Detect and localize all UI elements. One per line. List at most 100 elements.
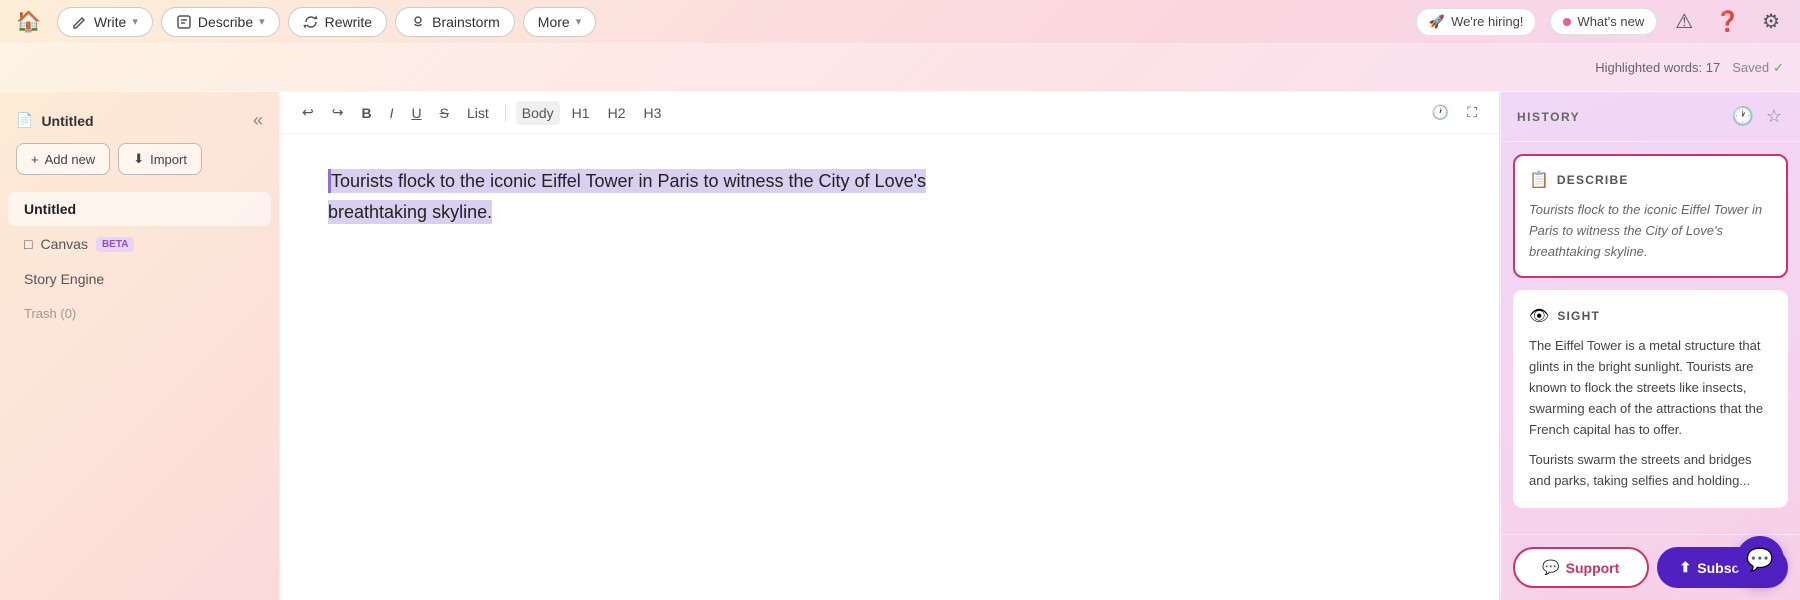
- rewrite-label: Rewrite: [325, 14, 372, 30]
- canvas-icon: □: [24, 236, 32, 252]
- describe-label: Describe: [198, 14, 253, 30]
- brainstorm-label: Brainstorm: [432, 14, 500, 30]
- star-button[interactable]: ☆: [1764, 104, 1784, 129]
- chat-bubble-button[interactable]: 💬: [1736, 536, 1784, 584]
- sidebar-item-untitled[interactable]: Untitled: [8, 192, 271, 226]
- selected-text: Tourists flock to the iconic Eiffel Towe…: [328, 169, 926, 224]
- sight-card-text: The Eiffel Tower is a metal structure th…: [1529, 336, 1772, 440]
- sidebar-title-text: Untitled: [41, 113, 93, 129]
- describe-card-header: 📋 DESCRIBE: [1529, 170, 1772, 190]
- chat-icon: 💬: [1746, 547, 1773, 573]
- write-chevron: ▾: [132, 15, 138, 28]
- sight-card-label: SIGHT: [1557, 309, 1600, 323]
- top-nav: 🏠 Write ▾ Describe ▾ Rewrite Brainstorm …: [0, 0, 1800, 44]
- bold-button[interactable]: B: [355, 101, 377, 125]
- h3-button[interactable]: H3: [637, 101, 667, 125]
- sidebar-item-canvas[interactable]: □ Canvas BETA: [8, 227, 271, 261]
- whats-new-badge[interactable]: What's new: [1550, 8, 1657, 35]
- write-label: Write: [94, 14, 126, 30]
- list-button[interactable]: List: [461, 101, 495, 125]
- sight-card-icon: 👁: [1529, 306, 1549, 326]
- dot-icon: [1563, 18, 1571, 26]
- hiring-badge[interactable]: 🚀 We're hiring!: [1416, 8, 1537, 36]
- document-icon: 📄: [16, 112, 33, 129]
- nav-right: 🚀 We're hiring! What's new ⚠ ❓ ⚙: [1416, 5, 1784, 38]
- panel-icons: 🕐 ☆: [1729, 104, 1784, 129]
- fullscreen-button[interactable]: ⛶: [1461, 100, 1483, 125]
- editor-area: ↩ ↪ B I U S List Body H1 H2 H3 🕐 ⛶ Touri…: [280, 92, 1500, 600]
- panel-title: HISTORY: [1517, 110, 1580, 124]
- sight-card[interactable]: 👁 SIGHT The Eiffel Tower is a metal stru…: [1513, 290, 1788, 508]
- plus-icon: +: [31, 152, 39, 167]
- more-chevron: ▾: [576, 15, 582, 28]
- whats-new-label: What's new: [1577, 14, 1644, 29]
- subscribe-icon: ⬆: [1680, 559, 1692, 576]
- redo-button[interactable]: ↪: [326, 100, 350, 125]
- add-new-label: Add new: [45, 152, 96, 167]
- check-icon: ✓: [1773, 60, 1784, 76]
- alert-button[interactable]: ⚠: [1671, 5, 1697, 38]
- alert-icon: ⚠: [1675, 11, 1693, 33]
- sidebar-collapse-button[interactable]: «: [253, 110, 263, 131]
- describe-button[interactable]: Describe ▾: [161, 7, 280, 37]
- more-button[interactable]: More ▾: [523, 7, 596, 37]
- right-panel: HISTORY 🕐 ☆ 📋 DESCRIBE Tourists flock to…: [1500, 92, 1800, 600]
- second-toolbar: Highlighted words: 17 Saved ✓: [0, 44, 1800, 92]
- saved-status: Saved ✓: [1732, 60, 1784, 76]
- import-label: Import: [150, 152, 187, 167]
- home-icon[interactable]: 🏠: [16, 9, 41, 34]
- describe-card[interactable]: 📋 DESCRIBE Tourists flock to the iconic …: [1513, 154, 1788, 278]
- beta-badge: BETA: [96, 237, 134, 252]
- import-button[interactable]: ⬇ Import: [118, 143, 202, 175]
- rocket-icon: 🚀: [1429, 14, 1445, 30]
- underline-button[interactable]: U: [405, 101, 427, 125]
- body-style-button[interactable]: Body: [516, 101, 560, 125]
- support-button[interactable]: 💬 Support: [1513, 547, 1649, 588]
- sidebar-item-trash[interactable]: Trash (0): [8, 297, 271, 330]
- editor-content[interactable]: Tourists flock to the iconic Eiffel Towe…: [280, 134, 1499, 600]
- toolbar-right: Highlighted words: 17 Saved ✓: [1595, 60, 1784, 76]
- support-icon: 💬: [1542, 559, 1559, 576]
- sight-card-text-2: Tourists swarm the streets and bridges a…: [1529, 450, 1772, 492]
- sidebar-item-canvas-label: Canvas: [40, 236, 87, 252]
- h1-button[interactable]: H1: [566, 101, 596, 125]
- describe-card-label: DESCRIBE: [1557, 173, 1629, 187]
- sidebar: 📄 Untitled « + Add new ⬇ Import Untitled…: [0, 92, 280, 600]
- history-button[interactable]: 🕐: [1426, 100, 1455, 125]
- hiring-label: We're hiring!: [1451, 14, 1523, 29]
- help-button[interactable]: ❓: [1711, 5, 1744, 38]
- h2-button[interactable]: H2: [602, 101, 632, 125]
- rewrite-button[interactable]: Rewrite: [288, 7, 387, 37]
- brainstorm-button[interactable]: Brainstorm: [395, 7, 515, 37]
- settings-button[interactable]: ⚙: [1758, 5, 1784, 38]
- gear-icon: ⚙: [1762, 11, 1780, 33]
- editor-paragraph[interactable]: Tourists flock to the iconic Eiffel Towe…: [328, 166, 928, 227]
- sidebar-title: 📄 Untitled: [16, 112, 94, 129]
- add-new-button[interactable]: + Add new: [16, 143, 110, 175]
- more-label: More: [538, 14, 570, 30]
- strikethrough-button[interactable]: S: [434, 101, 455, 125]
- history-clock-button[interactable]: 🕐: [1729, 104, 1755, 129]
- saved-label: Saved: [1732, 60, 1769, 75]
- undo-button[interactable]: ↩: [296, 100, 320, 125]
- sidebar-actions: + Add new ⬇ Import: [0, 143, 279, 187]
- support-label: Support: [1566, 560, 1620, 576]
- write-button[interactable]: Write ▾: [57, 7, 153, 37]
- sidebar-item-trash-label: Trash (0): [24, 306, 76, 321]
- describe-card-text: Tourists flock to the iconic Eiffel Towe…: [1529, 200, 1772, 262]
- describe-chevron: ▾: [259, 15, 265, 28]
- sight-card-header: 👁 SIGHT: [1529, 306, 1772, 326]
- sidebar-nav: Untitled □ Canvas BETA Story Engine Tras…: [0, 187, 279, 588]
- describe-card-icon: 📋: [1529, 170, 1549, 190]
- sidebar-header: 📄 Untitled «: [0, 104, 279, 143]
- panel-header: HISTORY 🕐 ☆: [1501, 92, 1800, 142]
- italic-button[interactable]: I: [384, 101, 400, 125]
- editor-toolbar: ↩ ↪ B I U S List Body H1 H2 H3 🕐 ⛶: [280, 92, 1499, 134]
- sidebar-item-story-engine[interactable]: Story Engine: [8, 262, 271, 296]
- highlighted-words-label: Highlighted words: 17: [1595, 60, 1720, 75]
- editor-divider: [505, 104, 506, 122]
- help-icon: ❓: [1715, 11, 1740, 33]
- main-area: 📄 Untitled « + Add new ⬇ Import Untitled…: [0, 92, 1800, 600]
- panel-content: 📋 DESCRIBE Tourists flock to the iconic …: [1501, 142, 1800, 534]
- sidebar-item-untitled-label: Untitled: [24, 201, 76, 217]
